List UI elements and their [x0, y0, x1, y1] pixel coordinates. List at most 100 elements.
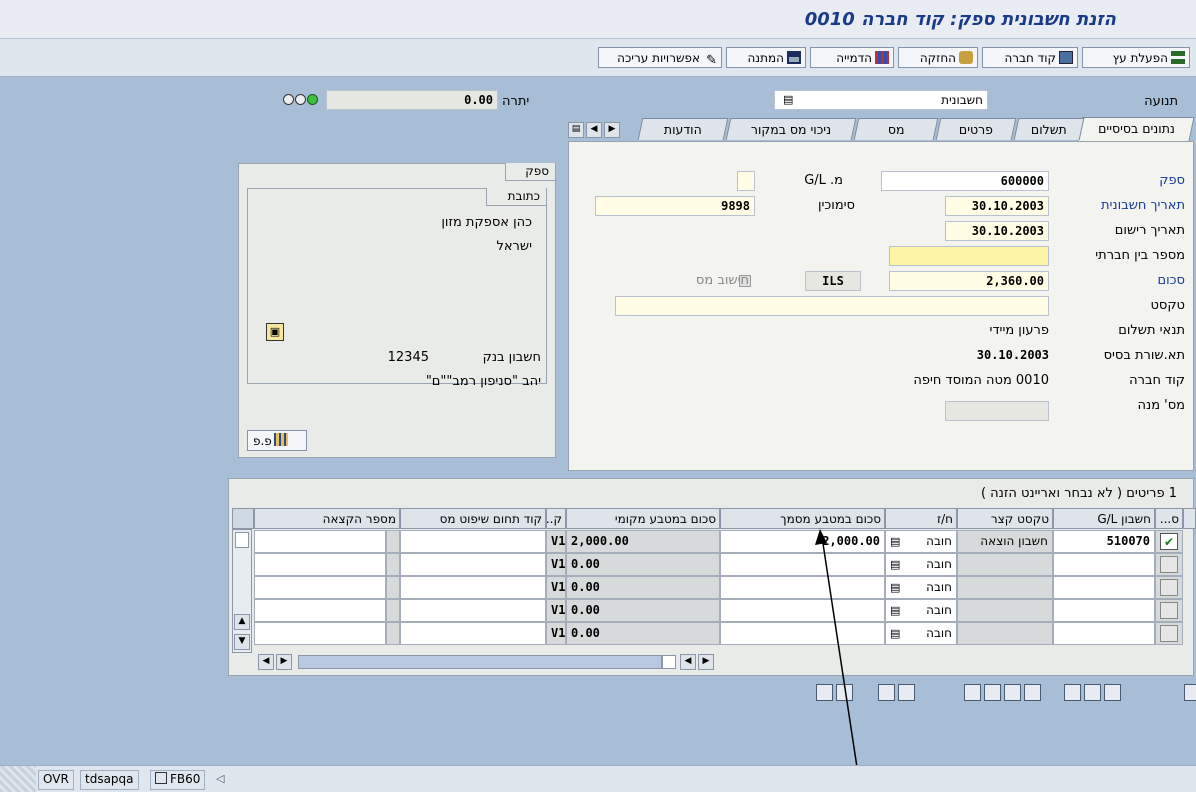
dc-cell[interactable]: חובה ▤: [885, 576, 957, 599]
jurisdiction-help-icon[interactable]: [386, 599, 400, 622]
copy-icon[interactable]: [878, 684, 895, 701]
short-text-cell[interactable]: [957, 553, 1053, 576]
col-status[interactable]: ס...: [1155, 508, 1183, 529]
col-assignment[interactable]: מספר הקצאה: [254, 508, 400, 529]
tax-jurisdiction-cell[interactable]: [400, 553, 546, 576]
tree-on-button[interactable]: הפעלת עץ: [1082, 47, 1190, 68]
hscroll-right2-icon[interactable]: ▶: [698, 654, 714, 670]
hold-button[interactable]: החזקה: [898, 47, 978, 68]
scroll-thumb[interactable]: [235, 532, 249, 548]
share-field[interactable]: [945, 401, 1049, 421]
tax-code-cell[interactable]: V1: [546, 622, 566, 645]
invoice-date-field[interactable]: 30.10.2003: [945, 196, 1049, 216]
tax-jurisdiction-cell[interactable]: [400, 576, 546, 599]
transaction-code[interactable]: FB60: [150, 770, 206, 790]
tax-jurisdiction-cell[interactable]: [400, 622, 546, 645]
posting-date-field[interactable]: 30.10.2003: [945, 221, 1049, 241]
dc-cell[interactable]: חובה ▤: [885, 622, 957, 645]
short-text-cell[interactable]: [957, 599, 1053, 622]
tab-details[interactable]: פרטים: [935, 118, 1017, 140]
local-amount-cell[interactable]: 0.00: [566, 576, 720, 599]
search-icon[interactable]: [1184, 684, 1196, 701]
assignment-cell[interactable]: [254, 553, 386, 576]
vendor-detail-icon[interactable]: ▣: [266, 323, 284, 341]
tab-withholding-tax[interactable]: ניכוי מס במקור: [725, 118, 857, 140]
dropdown-icon[interactable]: ▤: [783, 91, 793, 109]
add-rows-icon[interactable]: [984, 684, 1001, 701]
row-status[interactable]: [1155, 599, 1183, 622]
jurisdiction-help-icon[interactable]: [386, 576, 400, 599]
horizontal-scrollbar[interactable]: ◀ ▶ ◀ ▶: [254, 654, 720, 670]
simulate-button[interactable]: הדמייה: [810, 47, 894, 68]
row-status[interactable]: [1155, 553, 1183, 576]
deselect-all-icon[interactable]: [1104, 684, 1121, 701]
local-amount-cell[interactable]: 0.00: [566, 599, 720, 622]
hscroll-left2-icon[interactable]: ◀: [680, 654, 696, 670]
text-field[interactable]: [615, 296, 1049, 316]
jurisdiction-help-icon[interactable]: [386, 553, 400, 576]
currency-field[interactable]: ILS: [805, 271, 861, 291]
gl-account-cell[interactable]: [1053, 553, 1155, 576]
col-gl-account[interactable]: חשבון G/L: [1053, 508, 1155, 529]
collapse-arrow-icon[interactable]: ◁: [216, 772, 224, 785]
company-code-button[interactable]: קוד חברה: [982, 47, 1078, 68]
tab-notes[interactable]: הודעות: [637, 118, 729, 140]
gl-account-cell[interactable]: [1053, 622, 1155, 645]
row-selector[interactable]: [1160, 602, 1178, 619]
tax-jurisdiction-cell[interactable]: [400, 530, 546, 553]
column-settings-icon[interactable]: [1183, 508, 1196, 529]
hscroll-right-icon[interactable]: ▶: [276, 654, 292, 670]
transaction-select[interactable]: חשבונית ▤: [774, 90, 988, 110]
assignment-cell[interactable]: [254, 576, 386, 599]
row-selector[interactable]: [1160, 556, 1178, 573]
gl-account-cell[interactable]: [1053, 599, 1155, 622]
delete-row-icon[interactable]: [1024, 684, 1041, 701]
row-status[interactable]: [1155, 576, 1183, 599]
row-selector[interactable]: [1160, 579, 1178, 596]
tax-code-cell[interactable]: V1: [546, 530, 566, 553]
vendor-field[interactable]: 600000: [881, 171, 1049, 191]
dc-cell[interactable]: חובה ▤: [885, 553, 957, 576]
assignment-cell[interactable]: [254, 530, 386, 553]
select-all-icon[interactable]: [1084, 684, 1101, 701]
gl-account-cell[interactable]: 510070: [1053, 530, 1155, 553]
dropdown-icon[interactable]: ▤: [890, 600, 900, 621]
short-text-cell[interactable]: [957, 622, 1053, 645]
col-tax-code[interactable]: ק...: [546, 508, 566, 529]
jurisdiction-help-icon[interactable]: [386, 622, 400, 645]
short-text-cell[interactable]: חשבון הוצאה: [957, 530, 1053, 553]
tab-payment[interactable]: תשלום: [1013, 118, 1085, 140]
dc-cell[interactable]: חובה ▤: [885, 599, 957, 622]
editing-options-button[interactable]: ✎אפשרויות עריכה: [598, 47, 722, 68]
details-icon[interactable]: [1064, 684, 1081, 701]
local-amount-cell[interactable]: 2,000.00: [566, 530, 720, 553]
row-status[interactable]: ✔: [1155, 530, 1183, 553]
col-dc[interactable]: ח/ז: [885, 508, 957, 529]
tax-jurisdiction-cell[interactable]: [400, 599, 546, 622]
tax-code-cell[interactable]: V1: [546, 553, 566, 576]
vertical-scrollbar[interactable]: ▲ ▼: [232, 529, 252, 653]
gl-field[interactable]: [737, 171, 755, 191]
paste-icon[interactable]: [898, 684, 915, 701]
tab-scroll-right-icon[interactable]: ▶: [604, 122, 620, 138]
scroll-down-icon[interactable]: ▼: [234, 634, 250, 650]
assignment-cell[interactable]: [254, 599, 386, 622]
reference-field[interactable]: 9898: [595, 196, 755, 216]
jurisdiction-help-icon[interactable]: [386, 530, 400, 553]
insert-mode[interactable]: OVR: [38, 770, 74, 790]
dropdown-icon[interactable]: ▤: [890, 554, 900, 575]
local-amount-cell[interactable]: 0.00: [566, 553, 720, 576]
row-selector[interactable]: [1160, 625, 1178, 642]
dc-cell[interactable]: חובה ▤: [885, 530, 957, 553]
hscroll-track[interactable]: [298, 655, 662, 669]
grid-layout-icon[interactable]: [232, 508, 254, 529]
tab-tax[interactable]: מס: [853, 118, 939, 140]
col-local-amount[interactable]: סכום במטבע מקומי: [566, 508, 720, 529]
tab-scroll-left-icon[interactable]: ◀: [586, 122, 602, 138]
duplicate-row-icon[interactable]: [1004, 684, 1021, 701]
col-tax-jurisdiction[interactable]: קוד תחום שיפוט מס: [400, 508, 546, 529]
tab-list-icon[interactable]: ▤: [568, 122, 584, 138]
tax-code-cell[interactable]: V1: [546, 576, 566, 599]
row-status[interactable]: [1155, 622, 1183, 645]
tab-basic-data[interactable]: נתונים בסיסיים: [1077, 117, 1195, 141]
